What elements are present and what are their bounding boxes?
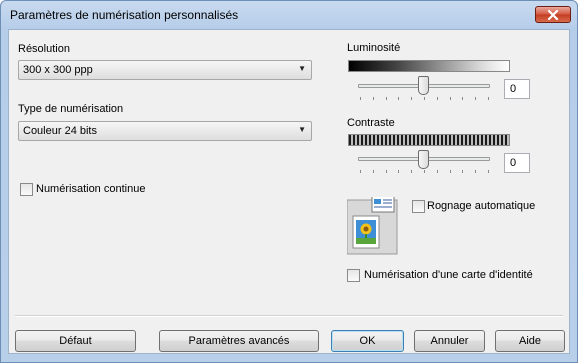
default-button[interactable]: Défaut <box>15 330 136 352</box>
chevron-down-icon: ▼ <box>298 64 306 73</box>
document-scan-icon <box>347 197 398 255</box>
chevron-down-icon: ▼ <box>298 125 306 134</box>
resolution-value: 300 x 300 ppp <box>23 64 93 76</box>
id-card-scan-checkbox[interactable] <box>347 269 360 282</box>
scan-type-label: Type de numérisation <box>18 103 124 115</box>
ok-button[interactable]: OK <box>331 330 404 352</box>
continuous-scan-label[interactable]: Numérisation continue <box>36 183 145 195</box>
scan-type-value: Couleur 24 bits <box>23 125 97 137</box>
slider-tick <box>411 170 412 173</box>
slider-tick <box>450 170 451 173</box>
help-button[interactable]: Aide <box>495 330 565 352</box>
brightness-slider-ticks <box>360 97 490 101</box>
resolution-label: Résolution <box>18 43 70 55</box>
brightness-slider-thumb[interactable] <box>418 76 429 95</box>
separator <box>15 315 563 317</box>
continuous-scan-checkbox[interactable] <box>20 183 33 196</box>
dialog-content: Résolution 300 x 300 ppp ▼ Type de numér… <box>8 29 570 354</box>
close-icon <box>547 9 559 20</box>
contrast-label: Contraste <box>347 117 395 129</box>
slider-tick <box>437 97 438 100</box>
slider-tick <box>462 170 463 173</box>
slider-tick <box>411 97 412 100</box>
slider-tick <box>360 97 361 100</box>
brightness-label: Luminosité <box>347 42 401 54</box>
slider-tick <box>475 170 476 173</box>
dialog-window: Paramètres de numérisation personnalisés… <box>0 0 578 363</box>
id-card-scan-label[interactable]: Numérisation d'une carte d'identité <box>364 269 533 281</box>
contrast-slider-thumb[interactable] <box>418 150 429 169</box>
contrast-slider-ticks <box>360 170 490 174</box>
auto-crop-checkbox[interactable] <box>412 200 425 213</box>
slider-tick <box>398 170 399 173</box>
contrast-preview-bar <box>348 134 510 146</box>
brightness-preview-bar <box>348 60 510 72</box>
slider-tick <box>373 170 374 173</box>
slider-tick <box>424 170 425 173</box>
slider-tick <box>462 97 463 100</box>
contrast-value-field[interactable]: 0 <box>504 153 530 173</box>
slider-tick <box>475 97 476 100</box>
close-button[interactable] <box>535 6 571 23</box>
slider-tick <box>360 170 361 173</box>
slider-tick <box>450 97 451 100</box>
slider-tick <box>437 170 438 173</box>
slider-tick <box>424 97 425 100</box>
slider-tick <box>386 97 387 100</box>
advanced-settings-button[interactable]: Paramètres avancés <box>159 330 319 352</box>
slider-tick <box>398 97 399 100</box>
auto-crop-label[interactable]: Rognage automatique <box>427 200 535 212</box>
slider-tick <box>488 97 489 100</box>
title-bar[interactable]: Paramètres de numérisation personnalisés <box>1 1 577 29</box>
brightness-value-field[interactable]: 0 <box>504 79 530 99</box>
slider-tick <box>373 97 374 100</box>
resolution-dropdown[interactable]: 300 x 300 ppp ▼ <box>18 60 312 80</box>
slider-tick <box>488 170 489 173</box>
slider-tick <box>386 170 387 173</box>
cancel-button[interactable]: Annuler <box>414 330 485 352</box>
window-title: Paramètres de numérisation personnalisés <box>10 8 239 22</box>
scan-type-dropdown[interactable]: Couleur 24 bits ▼ <box>18 121 312 141</box>
